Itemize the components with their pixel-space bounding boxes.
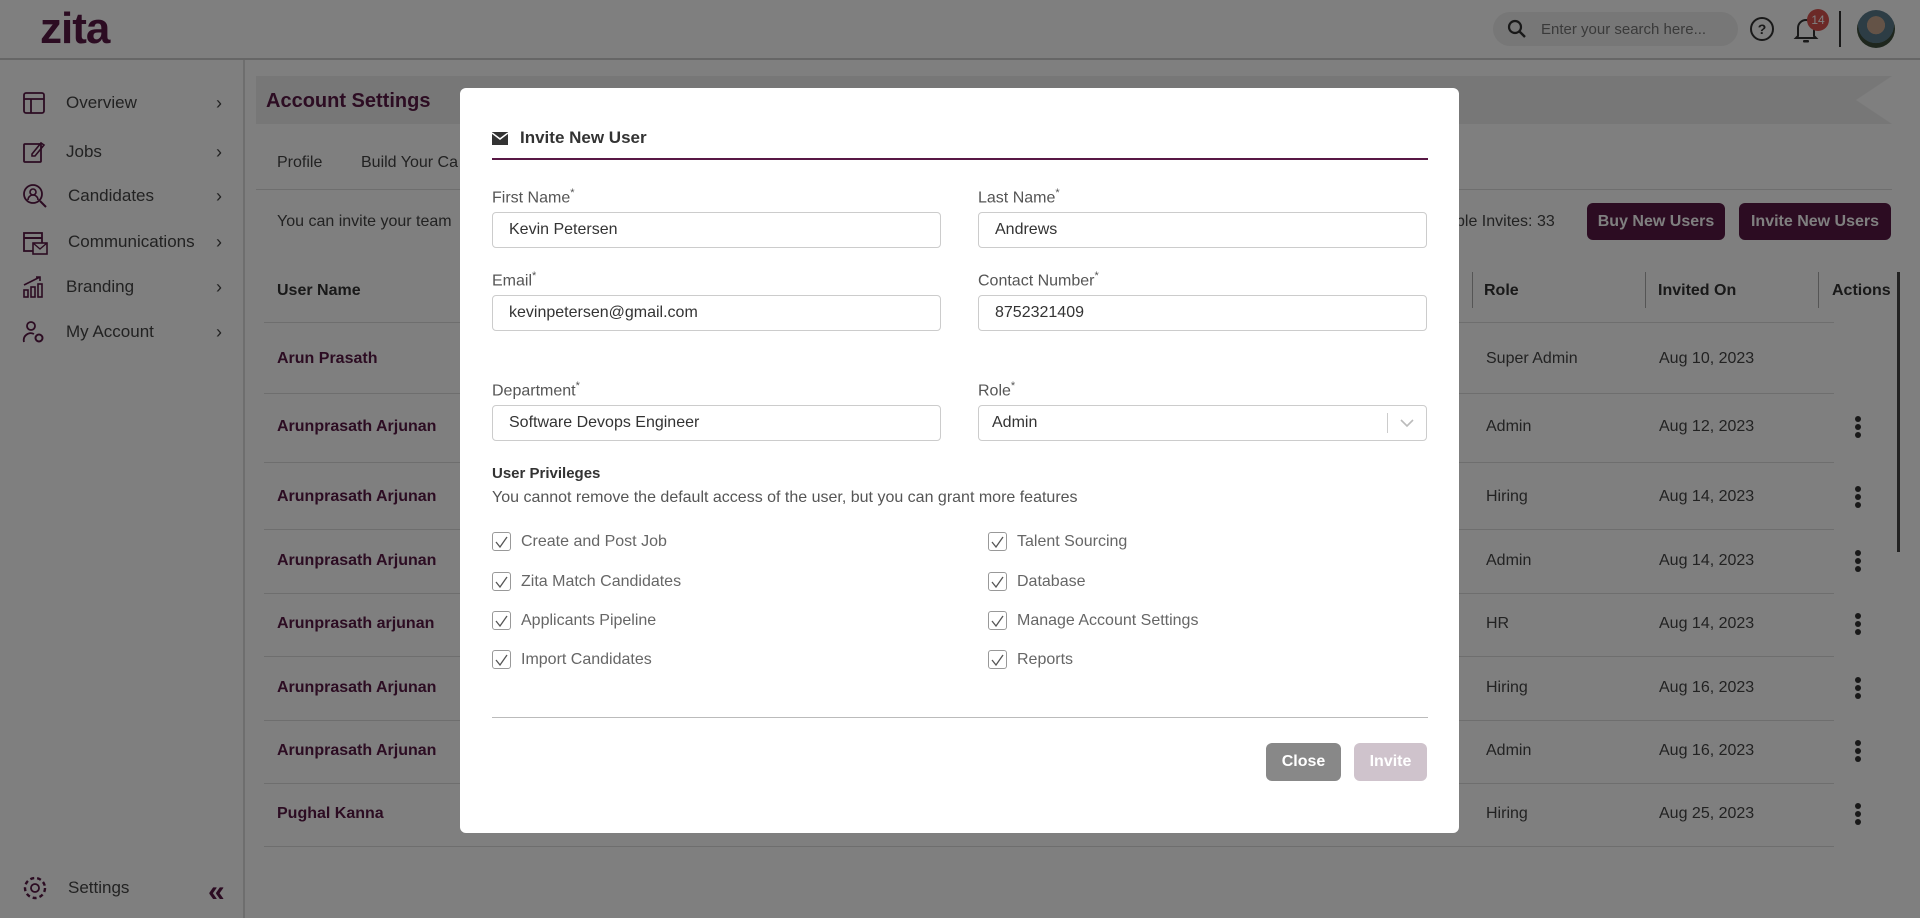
required-mark: *: [1010, 380, 1016, 392]
department-input[interactable]: [492, 405, 941, 441]
privilege-checkbox[interactable]: Database: [988, 572, 1086, 591]
close-button[interactable]: Close: [1266, 743, 1341, 781]
privilege-checkbox[interactable]: Import Candidates: [492, 650, 652, 669]
modal-footer-divider: [492, 717, 1428, 718]
checkmark-icon: [495, 576, 508, 588]
checkmark-icon: [495, 536, 508, 548]
checkbox[interactable]: [492, 532, 511, 551]
contact-number-label: Contact Number*: [978, 270, 1099, 290]
checkbox[interactable]: [988, 572, 1007, 591]
privilege-checkbox[interactable]: Reports: [988, 650, 1073, 669]
checkmark-icon: [495, 615, 508, 627]
privilege-checkbox[interactable]: Applicants Pipeline: [492, 611, 656, 630]
first-name-input[interactable]: [492, 212, 941, 248]
checkbox[interactable]: [492, 650, 511, 669]
last-name-input[interactable]: [978, 212, 1427, 248]
label-text: Email: [492, 272, 533, 290]
checkbox[interactable]: [988, 650, 1007, 669]
required-mark: *: [570, 187, 575, 199]
label-text: Department: [492, 382, 576, 400]
privilege-label: Talent Sourcing: [1017, 532, 1128, 550]
chevron-down-icon: [1400, 418, 1414, 427]
label-text: First Name: [492, 189, 571, 207]
role-select[interactable]: Admin: [978, 405, 1427, 441]
label-text: Contact Number: [978, 272, 1095, 290]
privilege-checkbox[interactable]: Create and Post Job: [492, 532, 667, 551]
privilege-label: Zita Match Candidates: [521, 572, 682, 590]
modal-header: Invite New User: [492, 128, 647, 148]
privilege-label: Manage Account Settings: [1017, 611, 1199, 629]
privileges-note: You cannot remove the default access of …: [492, 489, 1078, 506]
required-mark: *: [532, 270, 537, 282]
required-mark: *: [1055, 187, 1060, 199]
checkmark-icon: [991, 615, 1004, 627]
checkbox[interactable]: [492, 572, 511, 591]
required-mark: *: [575, 380, 580, 392]
modal-title-underline: [492, 158, 1428, 160]
envelope-icon: [492, 131, 508, 145]
last-name-label: Last Name*: [978, 187, 1060, 207]
department-label: Department*: [492, 380, 580, 400]
privilege-label: Reports: [1017, 650, 1074, 668]
email-label: Email*: [492, 270, 536, 290]
email-input[interactable]: [492, 295, 941, 331]
privilege-checkbox[interactable]: Manage Account Settings: [988, 611, 1198, 630]
invite-user-modal: Invite New User First Name* Last Name* E…: [460, 88, 1459, 833]
modal-title: Invite New User: [520, 128, 647, 147]
privilege-label: Applicants Pipeline: [521, 611, 657, 629]
checkbox[interactable]: [988, 611, 1007, 630]
privilege-checkbox[interactable]: Talent Sourcing: [988, 532, 1127, 551]
label-text: Last Name: [978, 189, 1056, 207]
privilege-label: Create and Post Job: [521, 532, 667, 550]
required-mark: *: [1094, 270, 1099, 282]
invite-button[interactable]: Invite: [1354, 743, 1427, 781]
label-text: Role: [978, 382, 1011, 400]
checkmark-icon: [991, 654, 1004, 666]
role-label: Role*: [978, 380, 1015, 400]
privilege-label: Import Candidates: [521, 650, 652, 668]
checkmark-icon: [495, 654, 508, 666]
contact-number-input[interactable]: [978, 295, 1427, 331]
privileges-title: User Privileges: [492, 465, 601, 482]
select-divider: [1387, 413, 1388, 433]
privilege-label: Database: [1017, 572, 1086, 590]
checkbox[interactable]: [988, 532, 1007, 551]
checkmark-icon: [991, 576, 1004, 588]
privilege-checkbox[interactable]: Zita Match Candidates: [492, 572, 681, 591]
checkmark-icon: [991, 536, 1004, 548]
first-name-label: First Name*: [492, 187, 575, 207]
checkbox[interactable]: [492, 611, 511, 630]
role-selected-value: Admin: [992, 414, 1038, 431]
